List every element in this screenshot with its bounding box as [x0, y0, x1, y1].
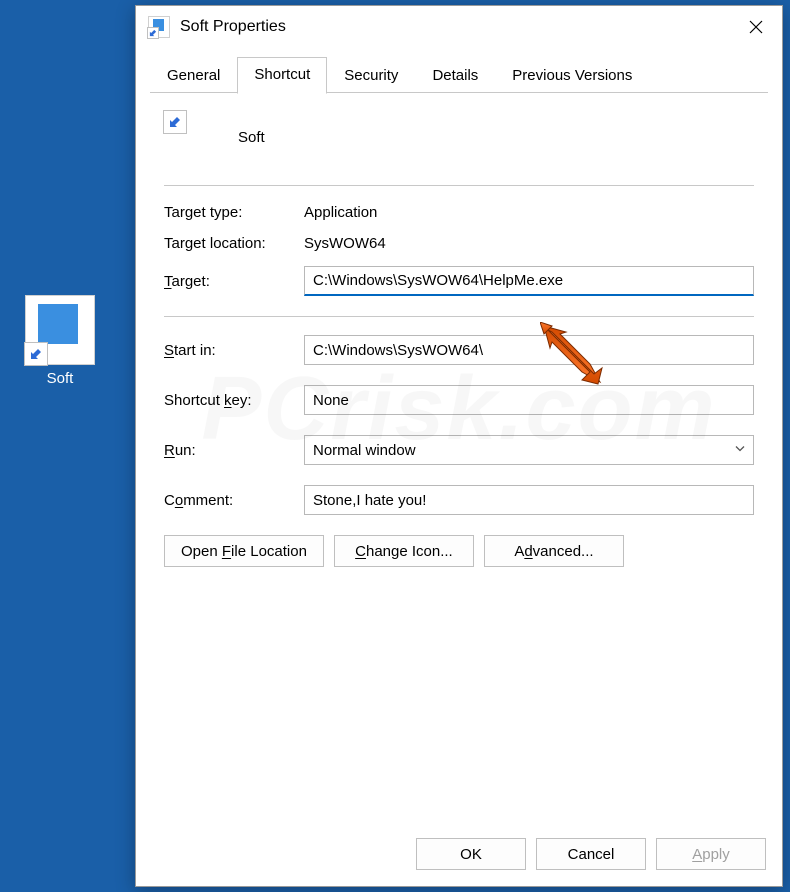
label-start-in: Start in: — [164, 342, 304, 359]
shortcut-name: Soft — [238, 129, 265, 146]
desktop-shortcut-label: Soft — [10, 370, 110, 387]
tab-previous-versions[interactable]: Previous Versions — [495, 58, 649, 94]
label-target-location: Target location: — [164, 235, 304, 252]
open-file-location-button[interactable]: Open File Location — [164, 535, 324, 567]
tab-strip: General Shortcut Security Details Previo… — [136, 48, 782, 93]
close-icon — [749, 20, 763, 34]
titlebar: Soft Properties — [136, 6, 782, 48]
label-run: Run: — [164, 442, 304, 459]
shortcut-large-icon — [164, 115, 208, 159]
tab-security[interactable]: Security — [327, 58, 415, 94]
dialog-footer: OK Cancel Apply — [136, 824, 782, 886]
label-target: Target: — [164, 273, 304, 290]
value-target-type: Application — [304, 204, 754, 221]
shortcut-icon — [25, 295, 95, 365]
divider — [164, 185, 754, 186]
label-target-type: Target type: — [164, 204, 304, 221]
tab-details[interactable]: Details — [415, 58, 495, 94]
tab-general[interactable]: General — [150, 58, 237, 94]
dialog-title: Soft Properties — [180, 18, 730, 36]
tab-content-shortcut: Soft Target type: Application Target loc… — [136, 93, 782, 824]
titlebar-shortcut-icon — [148, 16, 170, 38]
start-in-input[interactable] — [304, 335, 754, 365]
value-target-location: SysWOW64 — [304, 235, 754, 252]
label-shortcut-key: Shortcut key: — [164, 392, 304, 409]
comment-input[interactable] — [304, 485, 754, 515]
cancel-button[interactable]: Cancel — [536, 838, 646, 870]
advanced-button[interactable]: Advanced... — [484, 535, 624, 567]
label-comment: Comment: — [164, 492, 304, 509]
apply-button[interactable]: Apply — [656, 838, 766, 870]
close-button[interactable] — [730, 6, 782, 48]
shortcut-overlay-arrow-icon — [24, 342, 48, 366]
tab-shortcut[interactable]: Shortcut — [237, 57, 327, 94]
ok-button[interactable]: OK — [416, 838, 526, 870]
change-icon-button[interactable]: Change Icon... — [334, 535, 474, 567]
run-select[interactable]: Normal window — [304, 435, 754, 465]
shortcut-key-input[interactable] — [304, 385, 754, 415]
properties-dialog: Soft Properties General Shortcut Securit… — [135, 5, 783, 887]
desktop-shortcut[interactable]: Soft — [10, 295, 110, 387]
target-input[interactable] — [304, 266, 754, 296]
divider — [164, 316, 754, 317]
